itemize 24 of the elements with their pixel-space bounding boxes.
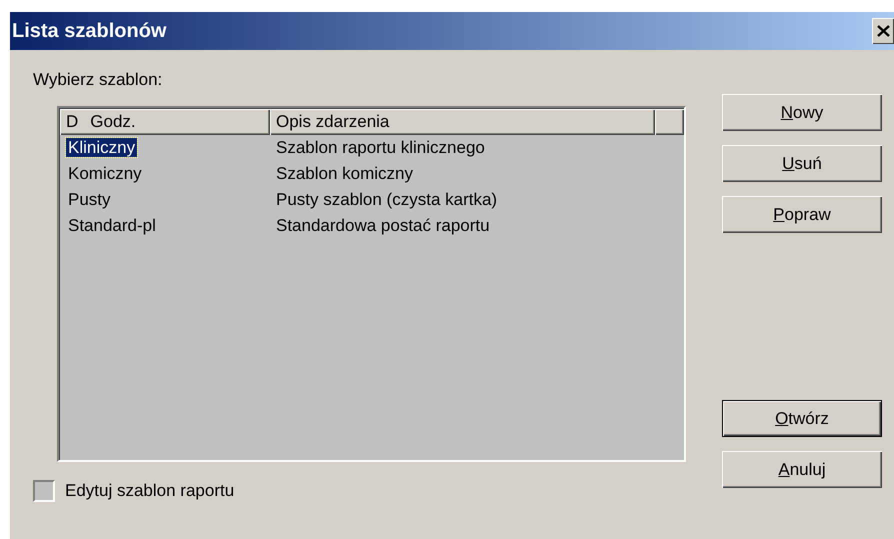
template-description: Pusty szablon (czysta kartka) bbox=[275, 190, 498, 210]
checkbox-label[interactable]: Edytuj szablon raportu bbox=[65, 481, 234, 501]
close-icon bbox=[877, 25, 891, 37]
dialog-button[interactable]: Usuń bbox=[722, 145, 882, 182]
dialog-button[interactable]: Popraw bbox=[722, 196, 882, 233]
template-description: Szablon komiczny bbox=[275, 164, 414, 184]
checkbox[interactable] bbox=[33, 480, 55, 502]
template-name[interactable]: Komiczny bbox=[66, 164, 144, 183]
column-header[interactable] bbox=[655, 109, 684, 135]
column-header[interactable]: D Godz. bbox=[60, 109, 270, 135]
template-name[interactable]: Kliniczny bbox=[66, 138, 138, 157]
template-description: Szablon raportu klinicznego bbox=[275, 138, 485, 158]
prompt-label: Wybierz szablon: bbox=[33, 70, 164, 90]
header-label: D bbox=[66, 112, 78, 132]
template-name[interactable]: Standard-pl bbox=[66, 216, 158, 235]
dialog-button[interactable]: Otwórz bbox=[722, 400, 882, 437]
close-button[interactable] bbox=[872, 18, 894, 44]
window-title: Lista szablonów bbox=[11, 20, 166, 42]
dialog-button[interactable]: Nowy bbox=[722, 94, 882, 131]
column-header[interactable]: Opis zdarzenia bbox=[270, 109, 655, 135]
dialog-button[interactable]: Anuluj bbox=[722, 451, 882, 488]
header-label: Godz. bbox=[90, 112, 136, 132]
template-description: Standardowa postać raportu bbox=[275, 216, 490, 236]
template-name[interactable]: Pusty bbox=[66, 190, 113, 209]
